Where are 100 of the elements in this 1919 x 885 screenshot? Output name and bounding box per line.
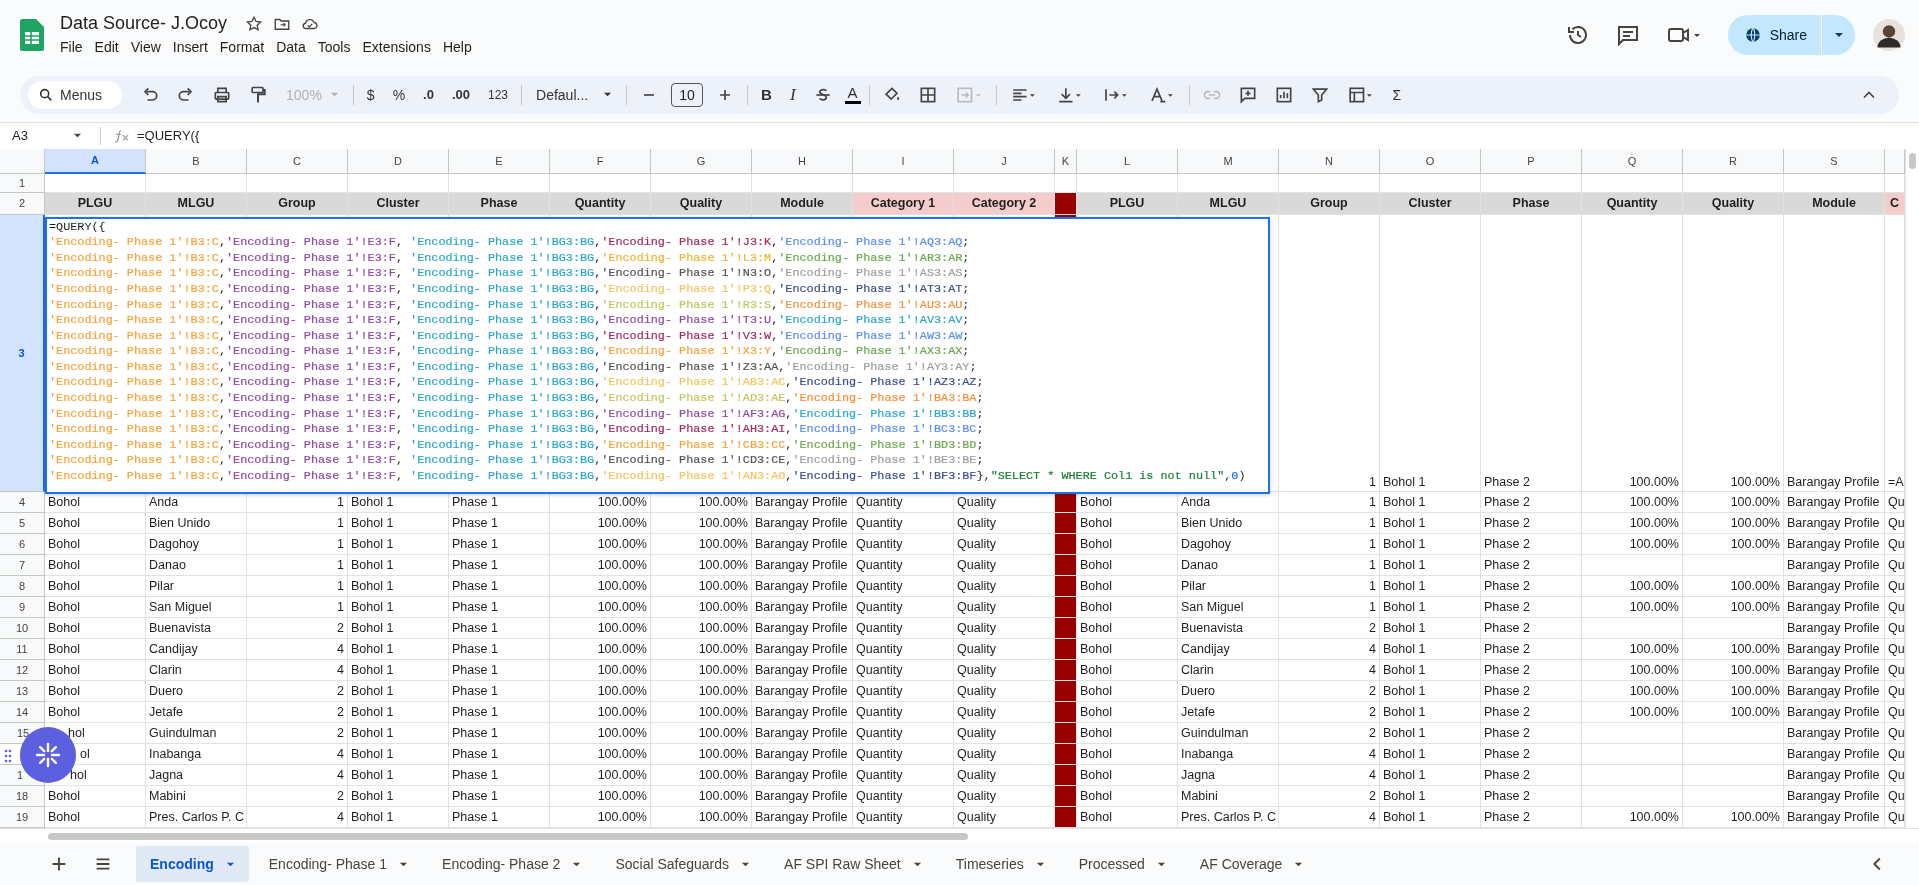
column-header[interactable]: E — [449, 148, 550, 174]
row-number[interactable]: 10 — [0, 617, 45, 639]
table-cell: Barangay Profile — [1784, 659, 1885, 681]
row-number[interactable]: 12 — [0, 659, 45, 681]
table-cell: Qu — [1885, 596, 1905, 618]
increase-decimals-button[interactable]: .00 — [446, 87, 475, 103]
menu-item[interactable]: Insert — [172, 38, 214, 57]
sheet-tab[interactable]: Encoding — [136, 846, 249, 883]
globe-icon — [1743, 25, 1762, 44]
drag-handle-icon[interactable] — [4, 748, 12, 763]
formula-input[interactable]: =QUERY({ — [137, 128, 200, 144]
table-cell: Inabanga — [1178, 743, 1279, 765]
table-cell: Clarin — [1178, 659, 1279, 681]
sheet-tab[interactable]: Social Safeguards — [601, 846, 765, 883]
sheet-tab[interactable]: Encoding- Phase 2 — [428, 846, 596, 883]
sheets-logo-icon[interactable] — [20, 18, 44, 51]
star-icon[interactable] — [245, 14, 264, 33]
column-header[interactable]: J — [954, 148, 1055, 174]
column-header[interactable]: A — [45, 148, 146, 174]
table-cell: Barangay Profile — [1784, 638, 1885, 660]
menu-item[interactable]: File — [60, 38, 89, 57]
table-cell: 100.00% — [651, 764, 752, 786]
table-cell: 100.00% — [550, 722, 651, 744]
column-header[interactable]: R — [1683, 148, 1784, 174]
table-cell: Bohol — [1077, 596, 1178, 618]
table-cell: Bohol 1 — [1380, 701, 1481, 723]
sheet-tab[interactable]: Timeseries — [941, 846, 1059, 883]
column-header[interactable]: G — [651, 148, 752, 174]
menu-item[interactable]: View — [130, 38, 167, 57]
table-cell: Barangay Profile — [752, 722, 853, 744]
sheet-tab[interactable]: Encoding- Phase 1 — [254, 846, 423, 883]
column-header[interactable]: P — [1481, 148, 1582, 174]
table-cell: Barangay Profile — [752, 554, 853, 576]
row-number[interactable]: 14 — [0, 701, 45, 723]
menu-item[interactable]: Edit — [94, 38, 125, 57]
table-cell: Bohol 1 — [1380, 659, 1481, 681]
row-number[interactable]: 9 — [0, 596, 45, 618]
row-number[interactable]: 5 — [0, 512, 45, 534]
column-header[interactable]: M — [1178, 148, 1279, 174]
text-color-button[interactable]: A — [844, 85, 861, 105]
table-cell: Bohol 1 — [348, 785, 449, 807]
sheet-tab[interactable]: Processed — [1064, 846, 1180, 883]
table-cell: Bohol 1 — [1380, 512, 1481, 534]
row-number[interactable]: 3 — [0, 214, 45, 492]
horizontal-scrollbar[interactable] — [48, 833, 968, 841]
row-number[interactable]: 11 — [0, 638, 45, 660]
table-cell: Bohol — [1077, 764, 1178, 786]
menu-search-field[interactable]: Menus — [28, 80, 123, 109]
sheet-tab[interactable]: AF SPI Raw Sheet — [770, 846, 936, 883]
header-cell: Cluster — [348, 192, 449, 215]
document-title[interactable]: Data Source- J.Ocoy — [60, 13, 228, 35]
table-cell: Bohol 1 — [348, 722, 449, 744]
row-number[interactable]: 8 — [0, 575, 45, 597]
table-cell: 100.00% — [1683, 659, 1784, 681]
cell-editor[interactable] — [45, 216, 1270, 494]
scrollbar[interactable] — [1909, 152, 1916, 169]
row-number[interactable]: 2 — [0, 192, 45, 215]
column-header[interactable]: O — [1380, 148, 1481, 174]
row-number[interactable]: 4 — [0, 491, 45, 513]
percent-button[interactable]: % — [387, 86, 411, 103]
row-number[interactable]: 13 — [0, 680, 45, 702]
menu-item[interactable]: Tools — [317, 38, 357, 57]
header-cell: Group — [1279, 192, 1380, 215]
table-cell: Phase 1 — [449, 680, 550, 702]
font-size-field[interactable]: 10 — [671, 82, 704, 107]
menu-item[interactable]: Format — [219, 38, 271, 57]
paint-format-icon[interactable] — [248, 84, 269, 105]
column-header[interactable]: I — [853, 148, 954, 174]
column-header[interactable]: K — [1055, 148, 1077, 174]
column-header[interactable]: L — [1077, 148, 1178, 174]
menu-item[interactable]: Help — [442, 38, 478, 57]
menu-item[interactable]: Data — [276, 38, 312, 57]
font-dropdown[interactable]: Defaul... — [530, 86, 619, 103]
table-cell: Quantity — [853, 785, 954, 807]
column-header[interactable]: C — [247, 148, 348, 174]
functions-button[interactable]: Σ — [1387, 86, 1407, 103]
column-header[interactable]: S — [1784, 148, 1885, 174]
row-number[interactable]: 18 — [0, 785, 45, 807]
number-format-button[interactable]: 123 — [483, 87, 514, 102]
table-cell: 4 — [247, 806, 348, 828]
column-header[interactable]: D — [348, 148, 449, 174]
table-cell: Quantity — [853, 596, 954, 618]
sheet-tab[interactable]: AF Coverage — [1185, 846, 1318, 883]
menu-item[interactable]: Extensions — [362, 38, 437, 57]
column-header[interactable]: N — [1279, 148, 1380, 174]
row-number[interactable]: 19 — [0, 806, 45, 828]
avatar-icon[interactable] — [1873, 18, 1905, 51]
column-header[interactable]: H — [752, 148, 853, 174]
table-cell: 4 — [247, 659, 348, 681]
bold-button[interactable]: B — [756, 86, 777, 104]
currency-button[interactable]: $ — [361, 86, 380, 103]
column-header[interactable]: B — [146, 148, 247, 174]
column-header[interactable]: Q — [1582, 148, 1683, 174]
row-number[interactable]: 7 — [0, 554, 45, 576]
decrease-decimals-button[interactable]: .0 — [418, 87, 439, 103]
column-header[interactable]: F — [550, 148, 651, 174]
share-button[interactable]: Share — [1727, 14, 1821, 55]
name-box[interactable]: A3 — [0, 128, 90, 144]
row-number[interactable]: 6 — [0, 533, 45, 555]
italic-button[interactable]: I — [784, 84, 801, 105]
